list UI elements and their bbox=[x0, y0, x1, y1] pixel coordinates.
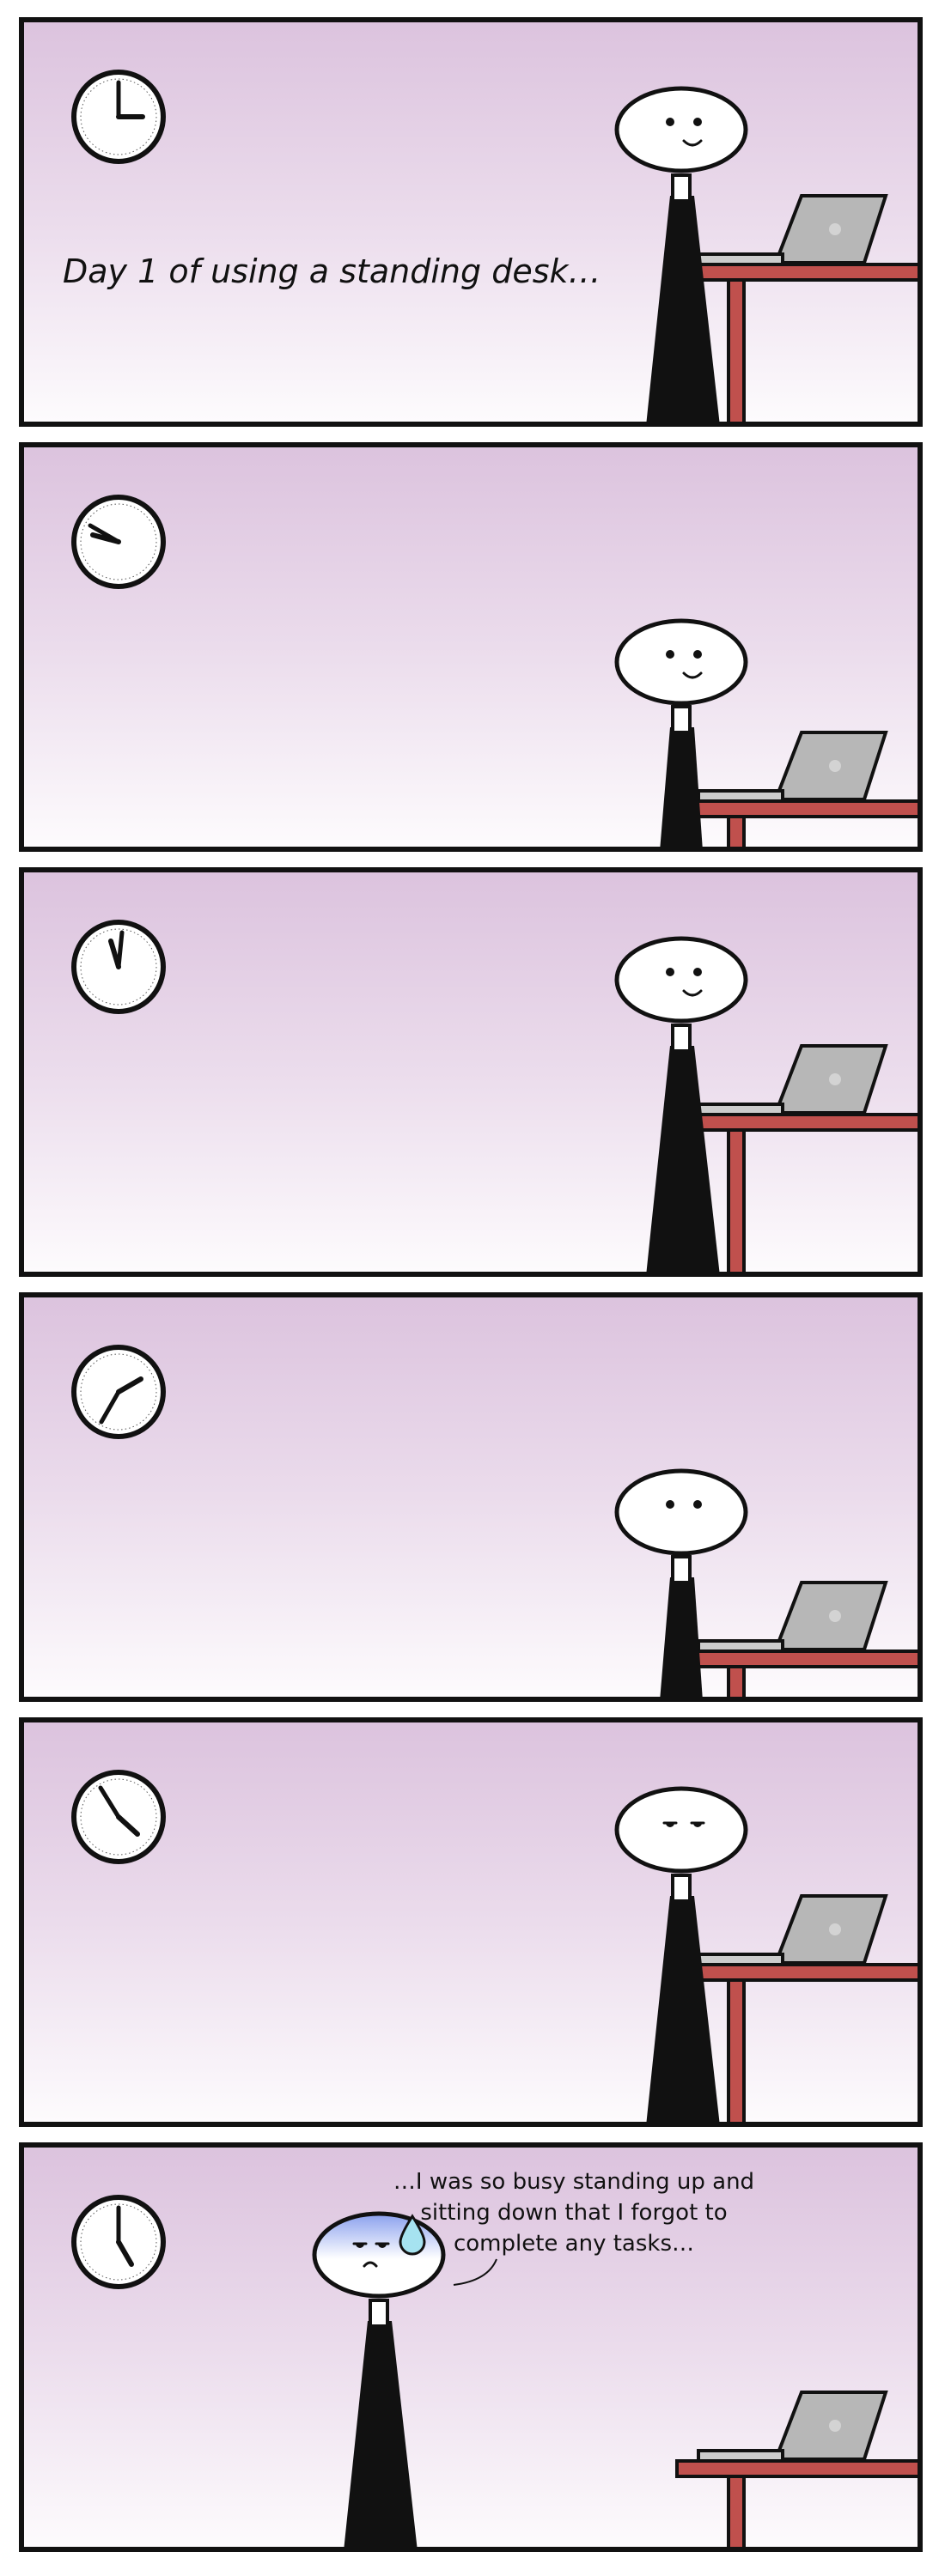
wall-clock bbox=[71, 70, 166, 164]
wall-clock bbox=[71, 920, 166, 1014]
comic-panel-6: …I was so busy standing up and sitting d… bbox=[19, 2142, 923, 2552]
speech-bubble-text: …I was so busy standing up and sitting d… bbox=[393, 2169, 755, 2257]
panel-art bbox=[71, 1345, 918, 1697]
laptop bbox=[697, 1894, 888, 1966]
wall-clock bbox=[71, 1345, 166, 1439]
panel-caption: Day 1 of using a standing desk… bbox=[63, 252, 601, 290]
comic-panel-5 bbox=[19, 1717, 923, 2127]
stick-figure bbox=[312, 2211, 446, 2547]
panel-art bbox=[71, 495, 918, 847]
desk bbox=[675, 799, 918, 847]
laptop bbox=[697, 1581, 888, 1653]
comic-panel-3 bbox=[19, 867, 923, 1277]
panel-art bbox=[71, 920, 918, 1272]
comic-panel-2 bbox=[19, 442, 923, 852]
laptop bbox=[697, 2391, 888, 2463]
wall-clock bbox=[71, 2195, 166, 2289]
laptop bbox=[697, 731, 888, 803]
panel-art bbox=[71, 1770, 918, 2122]
laptop bbox=[697, 194, 888, 266]
desk bbox=[675, 1649, 918, 1697]
wall-clock bbox=[71, 495, 166, 589]
comic-panel-1: Day 1 of using a standing desk… bbox=[19, 17, 923, 427]
speech-tail bbox=[453, 2258, 497, 2286]
wall-clock bbox=[71, 1770, 166, 1864]
panel-art bbox=[71, 70, 918, 422]
laptop bbox=[697, 1044, 888, 1116]
comic-panel-4 bbox=[19, 1292, 923, 1702]
desk bbox=[675, 2459, 918, 2547]
